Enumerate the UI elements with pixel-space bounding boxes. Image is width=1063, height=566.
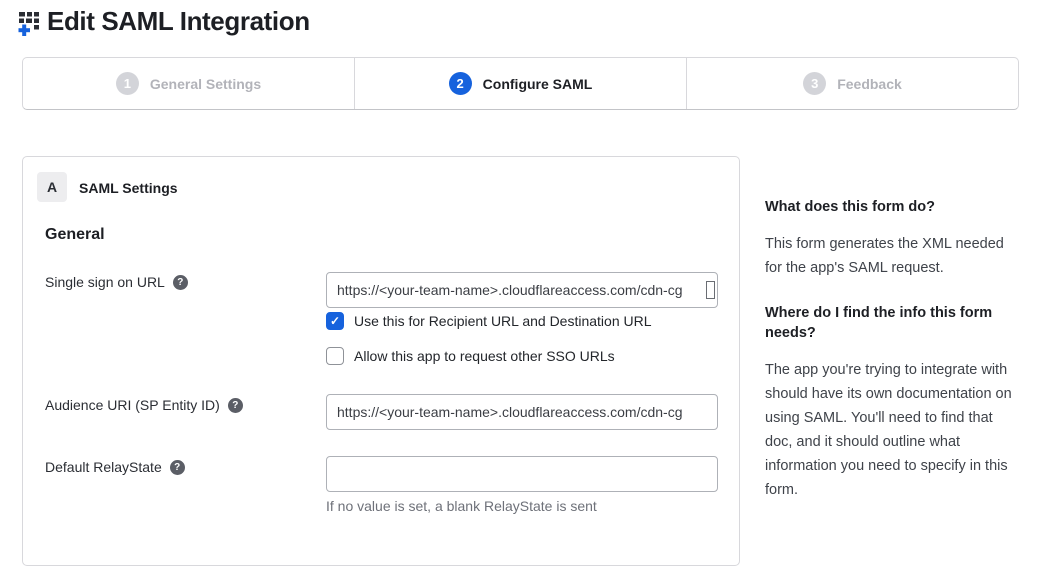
recipient-url-checkbox-label[interactable]: Use this for Recipient URL and Destinati…: [354, 313, 652, 329]
other-sso-checkbox[interactable]: ✓: [326, 347, 344, 365]
page-title: Edit SAML Integration: [47, 6, 310, 37]
section-title: SAML Settings: [79, 180, 178, 196]
sso-url-label-row: Single sign on URL ?: [45, 274, 188, 290]
audience-uri-label: Audience URI (SP Entity ID): [45, 397, 220, 413]
saml-settings-panel: A SAML Settings General Single sign on U…: [22, 156, 740, 566]
other-sso-checkbox-label[interactable]: Allow this app to request other SSO URLs: [354, 348, 615, 364]
help-heading-what: What does this form do?: [765, 197, 1018, 217]
recipient-url-checkbox-row[interactable]: ✓ Use this for Recipient URL and Destina…: [326, 312, 652, 330]
relay-state-helper-text: If no value is set, a blank RelayState i…: [326, 498, 597, 514]
help-icon[interactable]: ?: [228, 398, 243, 413]
sso-url-label: Single sign on URL: [45, 274, 165, 290]
relay-state-label-row: Default RelayState ?: [45, 459, 185, 475]
page-header: Edit SAML Integration: [16, 6, 310, 37]
section-badge: A: [37, 172, 67, 202]
relay-state-label: Default RelayState: [45, 459, 162, 475]
other-sso-checkbox-row[interactable]: ✓ Allow this app to request other SSO UR…: [326, 347, 615, 365]
step-configure-saml[interactable]: 2 Configure SAML: [354, 58, 686, 109]
step-number-badge: 2: [449, 72, 472, 95]
sso-url-input-wrap: [326, 272, 718, 308]
group-heading-general: General: [45, 226, 105, 244]
audience-uri-label-row: Audience URI (SP Entity ID) ?: [45, 397, 243, 413]
step-label: Configure SAML: [483, 76, 593, 92]
help-sidebar: What does this form do? This form genera…: [765, 197, 1018, 525]
relay-state-input-wrap: [326, 456, 718, 492]
recipient-url-checkbox[interactable]: ✓: [326, 312, 344, 330]
audience-uri-input-wrap: [326, 394, 718, 430]
sso-url-input[interactable]: [326, 272, 718, 308]
help-body-where: The app you're trying to integrate with …: [765, 358, 1018, 502]
relay-state-input[interactable]: [326, 456, 718, 492]
help-icon[interactable]: ?: [170, 460, 185, 475]
step-label: Feedback: [837, 76, 902, 92]
wizard-stepper: 1 General Settings 2 Configure SAML 3 Fe…: [22, 57, 1019, 110]
audience-uri-input[interactable]: [326, 394, 718, 430]
step-number-badge: 1: [116, 72, 139, 95]
apps-add-icon: [16, 8, 43, 36]
help-icon[interactable]: ?: [173, 275, 188, 290]
help-body-what: This form generates the XML needed for t…: [765, 232, 1018, 280]
help-heading-where: Where do I find the info this form needs…: [765, 303, 1018, 343]
step-number-badge: 3: [803, 72, 826, 95]
step-general-settings[interactable]: 1 General Settings: [23, 58, 354, 109]
step-feedback[interactable]: 3 Feedback: [686, 58, 1018, 109]
check-icon: ✓: [330, 315, 340, 327]
step-label: General Settings: [150, 76, 261, 92]
